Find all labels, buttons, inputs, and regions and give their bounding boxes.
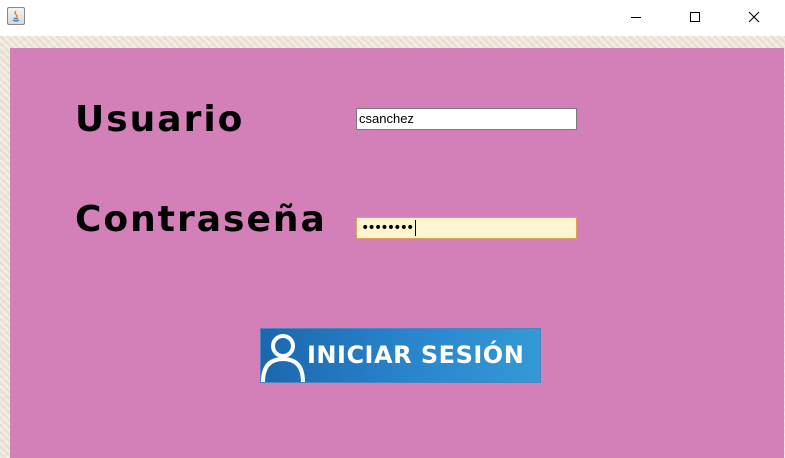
maximize-button[interactable] xyxy=(666,0,724,34)
password-label: Contraseña xyxy=(75,199,327,240)
minimize-icon xyxy=(631,17,641,18)
password-masked-value: •••••••• xyxy=(361,220,414,236)
login-button-label: INICIAR SESIÓN xyxy=(307,341,525,369)
user-icon xyxy=(261,334,305,382)
login-button[interactable]: INICIAR SESIÓN xyxy=(260,328,541,383)
minimize-button[interactable] xyxy=(607,0,665,34)
close-button[interactable] xyxy=(725,0,783,34)
username-label: Usuario xyxy=(75,99,245,140)
close-icon xyxy=(748,11,760,23)
java-icon xyxy=(7,7,25,25)
username-input[interactable]: csanchez xyxy=(356,108,577,130)
password-input[interactable]: •••••••• xyxy=(356,217,577,239)
title-bar xyxy=(0,0,785,36)
text-caret xyxy=(415,220,417,236)
maximize-icon xyxy=(690,12,700,22)
